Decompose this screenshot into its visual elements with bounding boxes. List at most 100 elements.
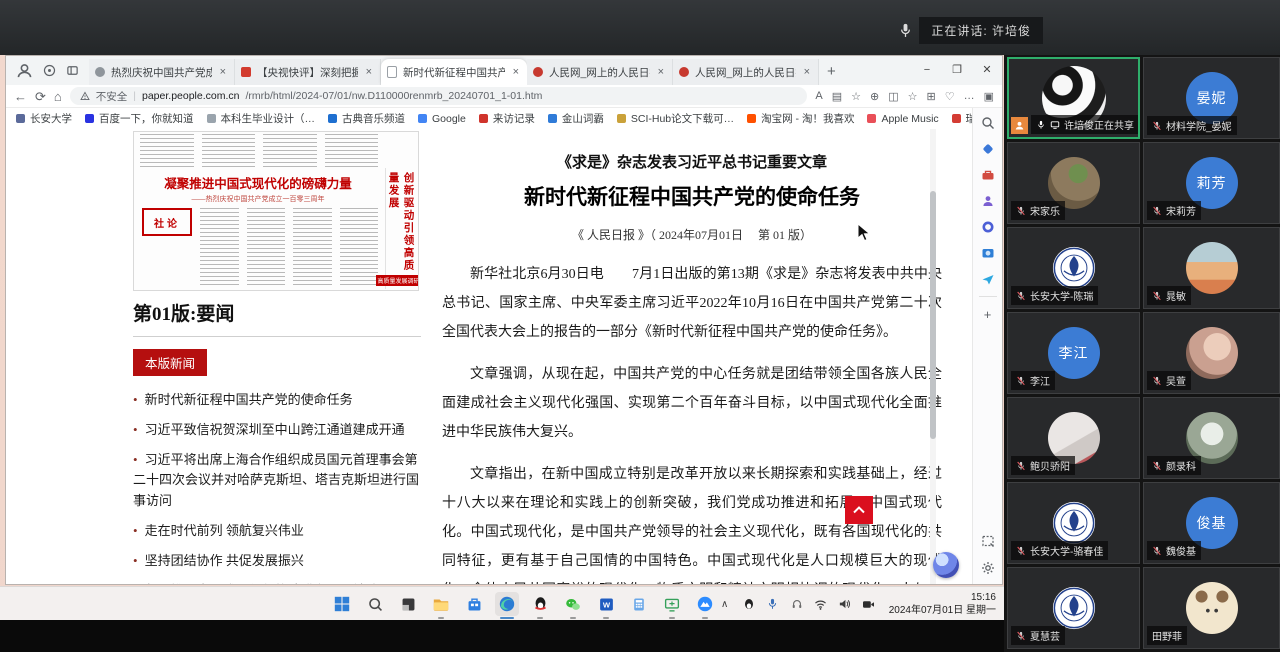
sidebar-toggle-icon[interactable]: ▣	[984, 90, 994, 103]
minimize-button[interactable]: −	[912, 56, 942, 85]
participant-tile[interactable]: 许培俊正在共享	[1007, 57, 1140, 139]
tray-headset-icon[interactable]	[789, 596, 805, 612]
bookmark-item[interactable]: 本科生毕业设计（…	[206, 111, 315, 126]
news-link[interactable]: 习近平将出席上海合作组织成员国元首理事会第二十四次会议并对哈萨克斯坦、塔吉克斯坦…	[133, 452, 419, 509]
participant-tile[interactable]: 吴萱	[1143, 312, 1280, 394]
participant-tile[interactable]: 夏慧芸	[1007, 567, 1140, 649]
newspaper-page-thumbnail[interactable]: 凝聚推进中国式现代化的磅礴力量 ——热烈庆祝中国共产党成立一百零三周年 社论 创…	[133, 131, 419, 291]
participant-tile[interactable]: 长安大学-陈瑞	[1007, 227, 1140, 309]
participant-tile[interactable]: 宋家乐	[1007, 142, 1140, 224]
address-bar[interactable]: 不安全 | paper.people.com.cn/rmrb/html/2024…	[69, 87, 808, 105]
microsoft-store-icon[interactable]	[462, 592, 486, 616]
reading-list-icon[interactable]: ▤	[832, 90, 842, 103]
participant-tile[interactable]: 莉芳 宋莉芳	[1143, 142, 1280, 224]
tab-close-icon[interactable]: ×	[802, 66, 812, 78]
read-aloud-icon[interactable]: A	[815, 90, 822, 102]
start-button[interactable]	[330, 592, 354, 616]
participant-tile[interactable]: 晁敏	[1143, 227, 1280, 309]
bookmark-item[interactable]: SCI-Hub论文下载可…	[616, 111, 734, 126]
participant-tile[interactable]: 长安大学-骆春佳	[1007, 482, 1140, 564]
sidebar-search-icon[interactable]	[979, 114, 996, 131]
browser-tab[interactable]: 人民网_网上的人民日报 ×	[673, 59, 819, 85]
news-list-item[interactable]: • 凝聚推进中国式现代化的磅礴力量（社论）	[133, 581, 421, 584]
bookmark-item[interactable]: 长安大学	[16, 111, 72, 126]
sidebar-m365-icon[interactable]	[979, 218, 996, 235]
news-list-item[interactable]: • 习近平将出席上海合作组织成员国元首理事会第二十四次会议并对哈萨克斯坦、塔吉克斯…	[133, 450, 421, 512]
floating-assistant-widget[interactable]	[933, 552, 959, 578]
bookmark-item[interactable]: 淘宝网 - 淘！我喜欢	[747, 111, 854, 126]
tab-close-icon[interactable]: ×	[218, 66, 228, 78]
qq-icon[interactable]	[528, 592, 552, 619]
news-link[interactable]: 坚持团结协作 共促发展振兴	[145, 553, 304, 568]
news-list-item[interactable]: • 新时代新征程中国共产党的使命任务	[133, 390, 421, 411]
scrollbar-thumb[interactable]	[930, 191, 936, 439]
sidebar-screenshot-icon[interactable]	[979, 532, 996, 549]
close-button[interactable]: ✕	[972, 56, 1002, 85]
tab-close-icon[interactable]: ×	[364, 66, 374, 78]
sidebar-add-icon[interactable]: +	[979, 306, 996, 323]
browser-tab[interactable]: 【央视快评】深刻把握新时代… ×	[235, 59, 381, 85]
sidebar-settings-icon[interactable]	[979, 559, 996, 576]
split-screen-icon[interactable]: ◫	[888, 90, 898, 103]
participant-tile[interactable]: 晏妮 材料学院_晏妮	[1143, 57, 1280, 139]
task-view-button[interactable]	[396, 592, 420, 616]
sidebar-designer-icon[interactable]	[979, 244, 996, 261]
bookmark-item[interactable]: Apple Music	[867, 113, 939, 125]
tab-close-icon[interactable]: ×	[511, 66, 521, 78]
tray-volume-icon[interactable]	[837, 596, 853, 612]
bookmark-item[interactable]: 金山词霸	[547, 111, 604, 126]
browser-essentials-icon[interactable]: ♡	[945, 90, 955, 103]
wechat-icon[interactable]	[561, 592, 585, 619]
bookmark-item[interactable]: 古典音乐频道	[328, 111, 405, 126]
translate-icon[interactable]: ⊕	[870, 90, 879, 103]
new-tab-button[interactable]: +	[819, 63, 846, 85]
profile-icon[interactable]	[16, 62, 33, 79]
favorites-icon[interactable]: ☆	[908, 90, 918, 103]
participant-tile[interactable]: 田野菲	[1143, 567, 1280, 649]
participant-tile[interactable]: 俊基 魏俊基	[1143, 482, 1280, 564]
browser-tab[interactable]: 新时代新征程中国共产党的使命任… ×	[381, 59, 527, 85]
news-list-item[interactable]: • 坚持团结协作 共促发展振兴	[133, 551, 421, 572]
collections-icon[interactable]: ⊞	[927, 90, 936, 103]
more-icon[interactable]: …	[964, 90, 975, 102]
news-link[interactable]: 走在时代前列 领航复兴伟业	[145, 523, 304, 538]
edge-browser-icon[interactable]	[495, 592, 519, 619]
sidebar-games-icon[interactable]	[979, 192, 996, 209]
workspaces-icon[interactable]	[43, 64, 56, 77]
bookmark-item[interactable]: Google	[418, 113, 466, 125]
participant-tile[interactable]: 颜录科	[1143, 397, 1280, 479]
tencent-meeting-icon[interactable]	[693, 592, 717, 619]
bookmark-item[interactable]: 来访记录	[478, 111, 535, 126]
tray-expand-icon[interactable]: ∧	[717, 596, 733, 612]
tray-camera-icon[interactable]	[861, 596, 877, 612]
calculator-icon[interactable]	[627, 592, 651, 616]
word-icon[interactable]: W	[594, 592, 618, 619]
news-link[interactable]: 习近平致信祝贺深圳至中山跨江通道建成开通	[145, 422, 405, 437]
tab-close-icon[interactable]: ×	[656, 66, 666, 78]
sidebar-bird-icon[interactable]	[979, 270, 996, 287]
refresh-button[interactable]: ⟳	[35, 90, 46, 103]
news-link[interactable]: 新时代新征程中国共产党的使命任务	[145, 392, 353, 407]
news-link[interactable]: 凝聚推进中国式现代化的磅礴力量（社论）	[145, 583, 392, 584]
news-list-item[interactable]: • 走在时代前列 领航复兴伟业	[133, 521, 421, 542]
taskbar-search-button[interactable]	[363, 592, 387, 616]
tray-microphone-icon[interactable]	[765, 596, 781, 612]
file-explorer-icon[interactable]	[429, 592, 453, 619]
bookmark-item[interactable]: 百度一下，你就知道	[85, 111, 194, 126]
tray-wifi-icon[interactable]	[813, 596, 829, 612]
back-to-top-button[interactable]	[845, 496, 873, 524]
browser-tab[interactable]: 人民网_网上的人民日报 ×	[527, 59, 673, 85]
bookmark-item[interactable]: 瑞可仕(宁波)科技有…	[951, 111, 972, 126]
screen-share-icon[interactable]	[660, 592, 684, 619]
sidebar-tools-icon[interactable]	[979, 166, 996, 183]
home-button[interactable]: ⌂	[54, 90, 62, 103]
page-scrollbar[interactable]	[930, 129, 936, 584]
participant-tile[interactable]: 李江 李江	[1007, 312, 1140, 394]
participant-tile[interactable]: 鲍贝骄阳	[1007, 397, 1140, 479]
tab-actions-icon[interactable]	[66, 64, 79, 77]
back-button[interactable]: ←	[14, 90, 27, 103]
news-list-item[interactable]: • 习近平致信祝贺深圳至中山跨江通道建成开通	[133, 420, 421, 441]
sidebar-shopping-icon[interactable]	[979, 140, 996, 157]
taskbar-clock[interactable]: 15:16 2024年07月01日 星期一	[889, 591, 996, 617]
tray-qq-icon[interactable]	[741, 596, 757, 612]
